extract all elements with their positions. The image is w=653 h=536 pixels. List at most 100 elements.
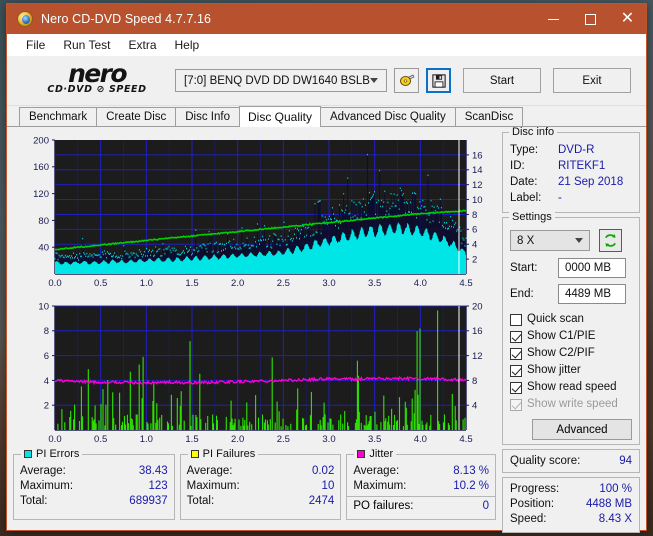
chevron-down-icon <box>575 237 583 243</box>
drive-select[interactable]: [7:0] BENQ DVD DD DW1640 BSLB <box>175 69 387 92</box>
svg-text:6: 6 <box>472 225 477 236</box>
speed-value: 8.43 X <box>598 513 632 525</box>
speed-row: 8 X <box>510 229 632 252</box>
quality-score-label: Quality score: <box>510 455 581 467</box>
tab-create-disc[interactable]: Create Disc <box>96 107 177 126</box>
checkbox-show-c1-pie[interactable]: Show C1/PIE <box>510 328 632 345</box>
disc-info-panel: Disc info Type: DVD-R ID: RITEKF1 Date: … <box>502 126 640 213</box>
svg-text:6: 6 <box>44 351 49 362</box>
pif-jitter-chart-panel: 2 4 6 8 10 4 8 12 16 20 0.0 0.5 1.0 1.5 2.0 2.5 3.0 3.5 4.… <box>13 298 500 450</box>
tab-disc-info[interactable]: Disc Info <box>175 107 240 126</box>
window-title: Nero CD-DVD Speed 4.7.7.16 <box>41 12 212 26</box>
logo-subtitle: CD·DVD ⊘ SPEED <box>47 83 147 95</box>
application-window: Nero CD-DVD Speed 4.7.7.16 ✕ File Run Te… <box>6 3 647 533</box>
menu-bar: File Run Test Extra Help <box>7 34 646 56</box>
checkbox-show-write-speed-label: Show write speed <box>527 398 618 410</box>
speed-select[interactable]: 8 X <box>510 230 590 251</box>
disc-label-row: Label: - <box>510 190 632 206</box>
end-input[interactable]: 4489 MB <box>558 284 626 304</box>
close-button[interactable]: ✕ <box>609 4 646 34</box>
checkbox-quick-scan[interactable]: Quick scan <box>510 311 632 328</box>
charts-column: 40 80 120 160 200 2 4 6 8 10 12 14 16 0.0 0.5 1.0 1.5 2.0… <box>13 132 500 524</box>
pi-failures-stats: PI Failures Average: 0.02 Maximum: 10 To… <box>179 448 342 520</box>
position-row: Position: 4488 MB <box>510 497 632 512</box>
jitter-maximum-row: Maximum: 10.2 % <box>347 479 496 497</box>
checkbox-show-c2-pif[interactable]: Show C2/PIF <box>510 345 632 362</box>
menu-item-file[interactable]: File <box>17 36 54 54</box>
svg-text:16: 16 <box>472 150 483 161</box>
checkbox-show-read-speed-box <box>510 381 522 394</box>
progress-panel: Progress: 100 % Position: 4488 MB Speed:… <box>502 477 640 533</box>
po-failures-row: PO failures: 0 <box>347 497 495 514</box>
end-input-value: 4489 MB <box>565 288 612 300</box>
jitter-stats: Jitter Average: 8.13 % Maximum: 10.2 % P… <box>346 448 497 520</box>
tab-benchmark[interactable]: Benchmark <box>19 107 98 126</box>
pi-errors-chart: 40 80 120 160 200 2 4 6 8 10 12 14 16 0.0 0.5 1.0 1.5 2.0… <box>13 132 500 294</box>
svg-text:80: 80 <box>38 216 49 227</box>
svg-text:2.0: 2.0 <box>231 278 244 289</box>
svg-text:2: 2 <box>472 255 477 266</box>
svg-text:1.5: 1.5 <box>185 278 198 289</box>
svg-text:1.0: 1.0 <box>140 278 153 289</box>
svg-text:4: 4 <box>472 240 477 251</box>
pi-errors-average-row: Average: 38.43 <box>20 464 168 479</box>
exit-button[interactable]: Exit <box>553 68 631 93</box>
advanced-button[interactable]: Advanced <box>532 419 632 440</box>
checkbox-show-read-speed[interactable]: Show read speed <box>510 379 632 396</box>
po-failures-value: 0 <box>482 500 490 512</box>
svg-text:160: 160 <box>33 162 49 173</box>
jitter-legend-label: Jitter <box>369 448 394 460</box>
minimize-button[interactable] <box>535 4 572 34</box>
svg-text:8: 8 <box>472 210 477 221</box>
jitter-average-row: Average: 8.13 % <box>347 464 495 479</box>
menu-item-help[interactable]: Help <box>166 36 209 54</box>
svg-text:120: 120 <box>33 189 49 200</box>
tab-disc-quality[interactable]: Disc Quality <box>239 106 322 127</box>
start-button[interactable]: Start <box>463 68 541 93</box>
checkbox-show-jitter[interactable]: Show jitter <box>510 362 632 379</box>
tab-content: 40 80 120 160 200 2 4 6 8 10 12 14 16 0.0 0.5 1.0 1.5 2.0… <box>7 126 646 533</box>
start-input[interactable]: 0000 MB <box>558 258 626 278</box>
pi-failures-maximum-label: Maximum: <box>186 480 240 492</box>
svg-text:4: 4 <box>472 401 477 412</box>
checkbox-show-read-speed-label: Show read speed <box>527 381 617 393</box>
tab-advanced-disc-quality[interactable]: Advanced Disc Quality <box>320 107 456 126</box>
checkbox-show-c1-pie-label: Show C1/PIE <box>527 330 596 342</box>
checkbox-show-jitter-label: Show jitter <box>527 364 581 376</box>
svg-text:0.0: 0.0 <box>48 434 61 445</box>
floppy-save-icon <box>431 73 446 88</box>
menu-item-run-test[interactable]: Run Test <box>54 36 119 54</box>
title-bar: Nero CD-DVD Speed 4.7.7.16 ✕ <box>7 4 646 34</box>
jitter-maximum-value: 10.2 % <box>453 480 490 492</box>
chevron-down-icon <box>370 77 378 83</box>
tab-scandisc[interactable]: ScanDisc <box>454 107 524 126</box>
pi-errors-legend: PI Errors <box>21 448 83 460</box>
disc-id-row: ID: RITEKF1 <box>510 158 632 174</box>
checkbox-quick-scan-box <box>510 313 522 326</box>
svg-text:2.5: 2.5 <box>277 434 290 445</box>
svg-text:4.5: 4.5 <box>459 434 472 445</box>
save-button[interactable] <box>426 68 451 93</box>
checkbox-show-jitter-box <box>510 364 522 377</box>
logo-wordmark: nero <box>68 58 127 88</box>
pi-failures-maximum-row: Maximum: 10 <box>187 479 335 494</box>
disc-date-label: Date: <box>510 176 538 188</box>
svg-text:8: 8 <box>472 376 477 387</box>
pi-errors-average-value: 38.43 <box>138 465 168 477</box>
pi-failures-legend: PI Failures <box>187 448 259 460</box>
settings-legend: Settings <box>509 211 555 223</box>
eject-button[interactable] <box>394 68 419 93</box>
start-field-row: Start: 0000 MB <box>510 258 632 278</box>
maximize-icon <box>585 13 596 25</box>
jitter-average-label: Average: <box>353 465 400 477</box>
svg-text:2.0: 2.0 <box>231 434 244 445</box>
refresh-button[interactable] <box>599 229 622 252</box>
svg-text:3.5: 3.5 <box>368 434 381 445</box>
maximize-button[interactable] <box>572 4 609 34</box>
disc-type-row: Type: DVD-R <box>510 142 632 158</box>
svg-text:16: 16 <box>472 326 483 337</box>
menu-item-extra[interactable]: Extra <box>119 36 165 54</box>
statistics-row: PI Errors Average: 38.43 Maximum: 123 To… <box>13 448 497 520</box>
progress-label: Progress: <box>510 483 560 495</box>
drive-select-value: [7:0] BENQ DVD DD DW1640 BSLB <box>184 74 370 87</box>
